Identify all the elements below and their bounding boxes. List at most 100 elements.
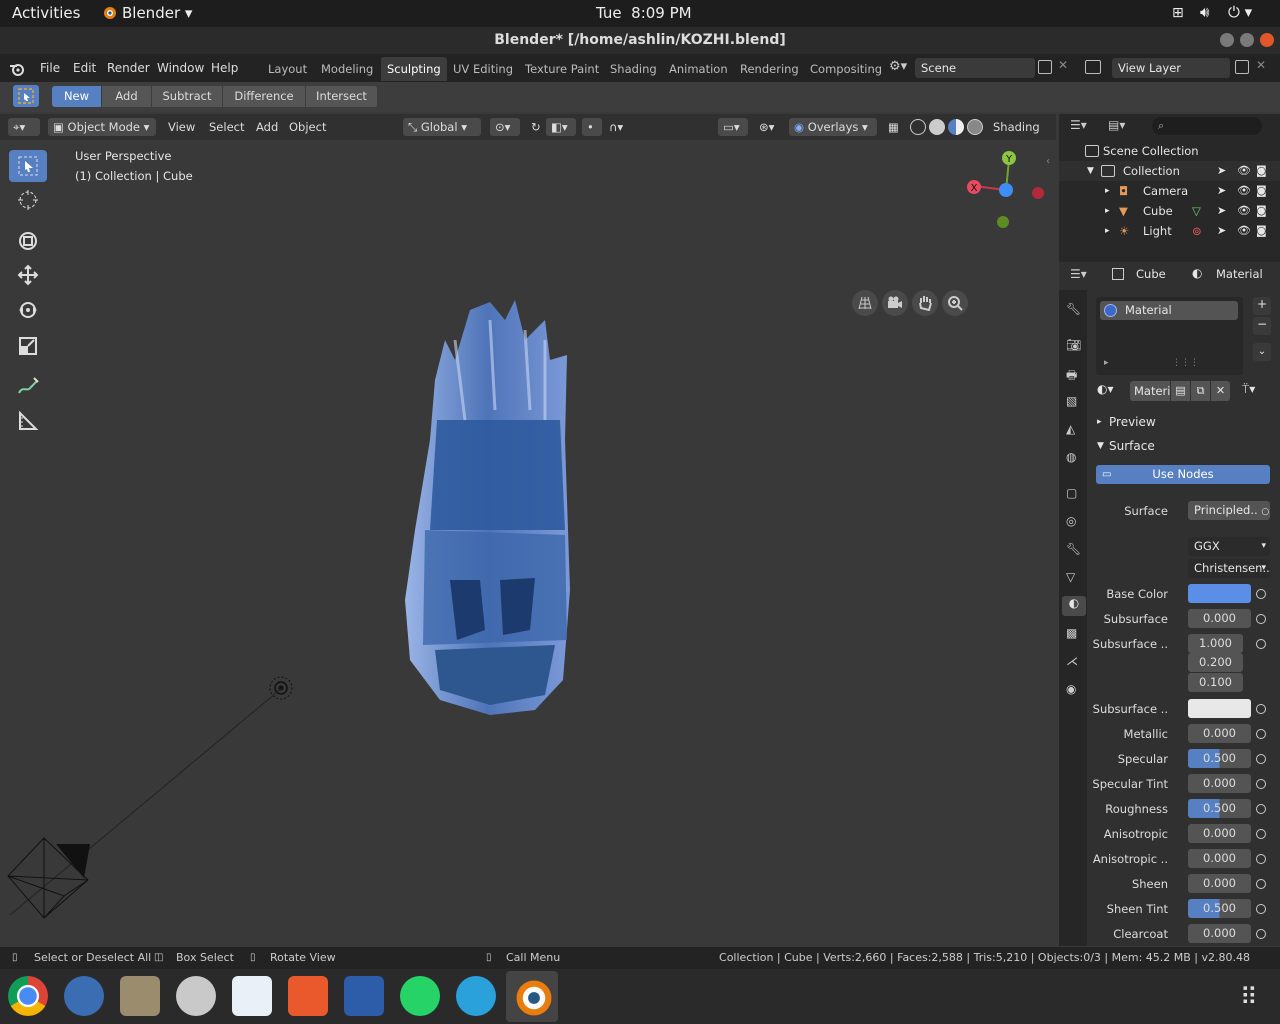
subsurface-method-dropdown[interactable]: Christensen.. ▾ bbox=[1188, 559, 1270, 578]
display-mode-icon[interactable]: ▤▾ bbox=[1108, 118, 1125, 132]
camera-expand-icon[interactable]: ▸ bbox=[1105, 181, 1110, 201]
subsurface-field[interactable]: 0.000 bbox=[1188, 609, 1251, 628]
tab-sculpting[interactable]: Sculpting bbox=[381, 57, 447, 81]
view-layer-field[interactable]: View Layer bbox=[1112, 58, 1230, 78]
world-tab-icon[interactable]: ◍ bbox=[1066, 450, 1082, 466]
base-color-swatch[interactable] bbox=[1188, 584, 1251, 603]
show-applications-icon[interactable]: ⠿ bbox=[1240, 983, 1258, 1011]
slot-expand-icon[interactable]: ▸ bbox=[1104, 358, 1109, 368]
preview-panel-header[interactable]: ▸ Preview bbox=[1093, 412, 1273, 432]
render-tab-icon[interactable]: 📷︎ bbox=[1066, 338, 1082, 354]
view-layer-tab-icon[interactable]: ▧ bbox=[1066, 394, 1082, 410]
object-mode-dropdown[interactable]: ▣ Object Mode ▾ bbox=[48, 118, 156, 136]
subsurface-link-icon[interactable] bbox=[1256, 614, 1266, 624]
cursor-tool-icon[interactable] bbox=[9, 184, 47, 216]
mode-intersect-button[interactable]: Intersect bbox=[306, 86, 378, 107]
camera-object-icon[interactable] bbox=[4, 836, 94, 920]
menu-edit[interactable]: Edit bbox=[73, 61, 96, 75]
rhythmbox-icon[interactable] bbox=[176, 976, 216, 1016]
render-icon[interactable]: ◙ bbox=[1256, 221, 1267, 241]
texture-tab-icon[interactable]: ▩ bbox=[1066, 626, 1082, 642]
outliner-cube[interactable]: ▸ ▼ Cube ▽ ➤ 👁︎ ◙ bbox=[1059, 201, 1280, 221]
subsurface-color-link-icon[interactable] bbox=[1256, 704, 1266, 714]
tab-uv-editing[interactable]: UV Editing bbox=[447, 57, 519, 81]
sculpted-head-mesh[interactable] bbox=[395, 300, 585, 720]
mode-difference-button[interactable]: Difference bbox=[223, 86, 306, 107]
toggle-perspective-icon[interactable] bbox=[852, 290, 878, 316]
particles-tab-icon[interactable]: 🔧︎ bbox=[1066, 542, 1082, 558]
pan-view-icon[interactable] bbox=[912, 290, 938, 316]
whatsapp-icon[interactable] bbox=[400, 976, 440, 1016]
select-tool-icon[interactable] bbox=[9, 150, 47, 182]
tab-shading[interactable]: Shading bbox=[604, 57, 663, 81]
outliner-light[interactable]: ▸ ☀ Light ⊚ ➤ 👁︎ ◙ bbox=[1059, 221, 1280, 241]
specular-tint-link-icon[interactable] bbox=[1256, 779, 1266, 789]
menu-window[interactable]: Window bbox=[157, 61, 204, 75]
shading-dropdown[interactable]: Shading ▾ bbox=[988, 118, 1050, 152]
rotate-tool-icon[interactable] bbox=[9, 294, 47, 326]
material-slot-item[interactable]: Material bbox=[1100, 301, 1238, 320]
view-layer-icon[interactable] bbox=[1085, 60, 1101, 74]
visibility-icon[interactable]: 👁︎ bbox=[1237, 221, 1251, 241]
sidebar-toggle-icon[interactable]: ‹ bbox=[1046, 156, 1050, 167]
clearcoat-link-icon[interactable] bbox=[1256, 929, 1266, 939]
outliner-scene-collection[interactable]: Scene Collection bbox=[1059, 141, 1280, 161]
subsurface-radius-z-field[interactable]: 0.100 bbox=[1188, 673, 1243, 692]
material-shading-icon[interactable] bbox=[948, 119, 964, 135]
tab-compositing[interactable]: Compositing bbox=[804, 57, 888, 81]
tab-texture-paint[interactable]: Texture Paint bbox=[519, 57, 605, 81]
base-color-link-icon[interactable] bbox=[1256, 589, 1266, 599]
output-tab-icon[interactable]: 🖶︎ bbox=[1066, 366, 1082, 382]
menu-select[interactable]: Select bbox=[204, 118, 249, 136]
files-icon[interactable] bbox=[120, 976, 160, 1016]
cube-expand-icon[interactable]: ▸ bbox=[1105, 201, 1110, 221]
camera-view-icon[interactable] bbox=[882, 290, 908, 316]
software-center-icon[interactable] bbox=[288, 976, 328, 1016]
add-slot-button[interactable]: + bbox=[1253, 297, 1271, 315]
fontforge-icon[interactable] bbox=[344, 976, 384, 1016]
writer-icon[interactable] bbox=[232, 976, 272, 1016]
render-icon[interactable]: ◙ bbox=[1256, 201, 1267, 221]
power-icon[interactable]: ⏻ ▾ bbox=[1228, 3, 1252, 21]
roughness-link-icon[interactable] bbox=[1256, 804, 1266, 814]
surface-panel-header[interactable]: ▼ Surface bbox=[1093, 436, 1273, 456]
close-button[interactable] bbox=[1260, 33, 1274, 47]
delete-view-layer-icon[interactable]: ✕ bbox=[1256, 58, 1266, 72]
xray-icon[interactable]: ▦ bbox=[883, 118, 903, 136]
overlays-dropdown[interactable]: ◉ Overlays ▾ bbox=[789, 118, 877, 136]
maximize-button[interactable] bbox=[1240, 33, 1254, 47]
tab-animation[interactable]: Animation bbox=[663, 57, 734, 81]
object-tab-icon[interactable]: ▢ bbox=[1066, 486, 1082, 502]
physics-tab-icon[interactable]: ▽ bbox=[1066, 570, 1082, 586]
new-material-icon[interactable]: ⧉ bbox=[1191, 381, 1210, 401]
scene-tab-icon[interactable]: ◭ bbox=[1066, 422, 1082, 438]
activities-button[interactable]: Activities bbox=[12, 4, 80, 22]
sheen-tint-link-icon[interactable] bbox=[1256, 904, 1266, 914]
anisotropic-rotation-link-icon[interactable] bbox=[1256, 854, 1266, 864]
chrome-icon[interactable] bbox=[8, 976, 48, 1016]
slot-specials-button[interactable]: ⌄ bbox=[1253, 343, 1271, 361]
new-view-layer-icon[interactable] bbox=[1235, 60, 1249, 74]
proportional-edit-icon[interactable]: • bbox=[582, 118, 602, 136]
selectable-icon[interactable]: ➤ bbox=[1217, 181, 1226, 201]
sheen-field[interactable]: 0.000 bbox=[1188, 874, 1251, 893]
mesh-data-icon[interactable]: ▽ bbox=[1192, 201, 1201, 221]
link-dropdown-icon[interactable]: ⍡▾ bbox=[1242, 382, 1255, 397]
menu-view[interactable]: View bbox=[163, 118, 200, 136]
thunderbird-icon[interactable] bbox=[64, 976, 104, 1016]
clearcoat-field[interactable]: 0.000 bbox=[1188, 924, 1251, 943]
transform-tool-icon[interactable] bbox=[9, 225, 47, 257]
3d-viewport[interactable]: User Perspective (1) Collection | Cube Y… bbox=[0, 140, 1056, 946]
new-scene-icon[interactable] bbox=[1038, 60, 1052, 74]
tool-tab-icon[interactable]: 🔧︎ bbox=[1066, 302, 1082, 318]
subsurface-color-swatch[interactable] bbox=[1188, 699, 1251, 718]
collection-expand-icon[interactable]: ▼ bbox=[1087, 161, 1094, 181]
specular-link-icon[interactable] bbox=[1256, 754, 1266, 764]
network-icon[interactable]: ⊞ bbox=[1172, 5, 1184, 21]
menu-add[interactable]: Add bbox=[251, 118, 283, 136]
selectable-icon[interactable]: ➤ bbox=[1217, 201, 1226, 221]
material-name-field[interactable]: Materi bbox=[1130, 381, 1170, 401]
use-nodes-button[interactable]: ▭ Use Nodes bbox=[1096, 465, 1270, 484]
tab-rendering[interactable]: Rendering bbox=[734, 57, 805, 81]
surface-shader-field[interactable]: Principled.. ○ bbox=[1188, 501, 1270, 520]
